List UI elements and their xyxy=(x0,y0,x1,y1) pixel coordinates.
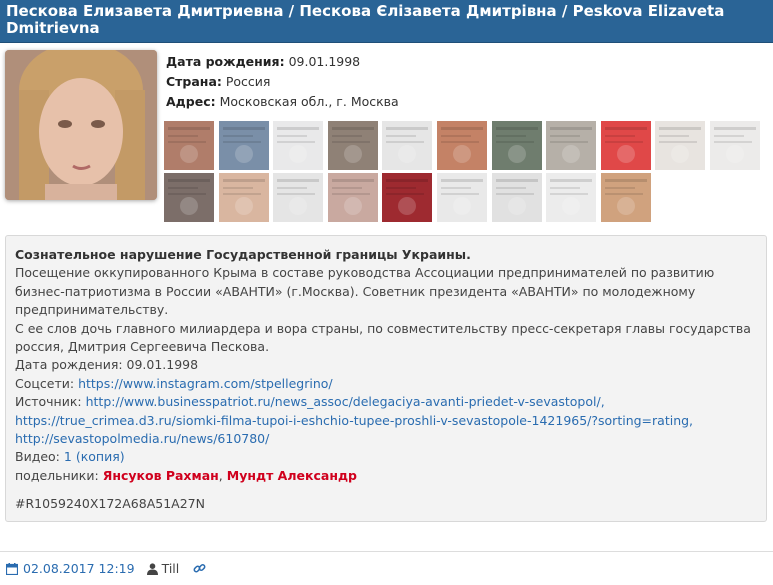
source-link-3[interactable]: http://sevastopolmedia.ru/news/610780/ xyxy=(15,431,269,446)
gallery-thumbnail[interactable] xyxy=(601,173,651,222)
record-hash: #R1059240X172A68A51A27N xyxy=(15,496,205,512)
gallery-thumbnail[interactable] xyxy=(382,121,432,170)
video-copy-link[interactable]: (копия) xyxy=(76,449,125,464)
accomplice-link-1[interactable]: Янсуков Рахман xyxy=(103,468,219,483)
gallery-thumbnail[interactable] xyxy=(328,173,378,222)
birth-row: Дата рождения: 09.01.1998 xyxy=(166,52,399,72)
country-label: Страна: xyxy=(166,74,222,89)
gallery-thumbnail[interactable] xyxy=(273,121,323,170)
post-footer: 02.08.2017 12:19 Till xyxy=(0,551,773,585)
gallery-thumbnail[interactable] xyxy=(164,173,214,222)
details-title: Сознательное нарушение Государственной г… xyxy=(15,247,471,262)
gallery-thumbnail[interactable] xyxy=(655,121,705,170)
calendar-icon xyxy=(6,562,18,575)
gallery-thumbnail[interactable] xyxy=(437,121,487,170)
profile-info: Дата рождения: 09.01.1998 Страна: Россия… xyxy=(166,52,399,112)
user-icon xyxy=(146,562,158,575)
birth-value: 09.01.1998 xyxy=(288,54,361,69)
post-date-link[interactable]: 02.08.2017 12:19 xyxy=(23,561,135,576)
gallery-thumbnail[interactable] xyxy=(328,121,378,170)
source-link-2[interactable]: https://true_crimea.d3.ru/siomki-filma-t… xyxy=(15,413,693,428)
gallery-thumbnail[interactable] xyxy=(710,121,760,170)
gallery-thumbnail[interactable] xyxy=(219,121,269,170)
country-value: Россия xyxy=(225,74,271,89)
accomplice-separator: , xyxy=(218,467,223,483)
source-row: Источник: http://www.businesspatriot.ru/… xyxy=(15,393,755,448)
page-title: Пескова Елизавета Дмитриевна / Пескова Є… xyxy=(6,2,725,37)
video-label: Видео: xyxy=(15,449,60,465)
gallery-thumbnail[interactable] xyxy=(437,173,487,222)
gallery-thumbnail[interactable] xyxy=(382,173,432,222)
gallery-thumbnail[interactable] xyxy=(546,173,596,222)
accomplice-link-2[interactable]: Мундт Александр xyxy=(227,468,357,483)
profile-photo[interactable] xyxy=(5,50,157,200)
profile-photo-image xyxy=(5,50,157,200)
details-panel: Сознательное нарушение Государственной г… xyxy=(5,235,767,522)
social-link[interactable]: https://www.instagram.com/stpellegrino/ xyxy=(78,376,333,391)
country-row: Страна: Россия xyxy=(166,72,399,92)
social-row: Соцсети: https://www.instagram.com/stpel… xyxy=(15,375,755,393)
source-link-1[interactable]: http://www.businesspatriot.ru/news_assoc… xyxy=(86,394,605,409)
address-value: Московская обл., г. Москва xyxy=(219,94,399,109)
social-label: Соцсети: xyxy=(15,375,75,391)
gallery-thumbnail[interactable] xyxy=(492,121,542,170)
gallery-thumbnail[interactable] xyxy=(601,121,651,170)
gallery-thumbnail[interactable] xyxy=(164,121,214,170)
video-link[interactable]: 1 xyxy=(64,449,72,464)
address-label: Адрес: xyxy=(166,94,216,109)
details-line1: Посещение оккупированного Крыма в состав… xyxy=(15,265,715,318)
author-name: Till xyxy=(161,561,180,576)
link-icon[interactable] xyxy=(193,562,206,575)
details-birth: Дата рождения: 09.01.1998 xyxy=(15,357,199,373)
gallery-thumbnail[interactable] xyxy=(273,173,323,222)
gallery-thumbnail[interactable] xyxy=(219,173,269,222)
source-label: Источник: xyxy=(15,394,82,410)
photo-gallery xyxy=(164,121,760,222)
accomplices-row: подельники: Янсуков Рахман, Мундт Алекса… xyxy=(15,467,755,485)
address-row: Адрес: Московская обл., г. Москва xyxy=(166,92,399,112)
author-block: Till xyxy=(146,561,180,576)
details-line2: С ее слов дочь главного милиардера и вор… xyxy=(15,320,751,355)
accomplices-label: подельники: xyxy=(15,467,99,483)
page-header: Пескова Елизавета Дмитриевна / Пескова Є… xyxy=(0,0,773,43)
video-row: Видео: 1 (копия) xyxy=(15,448,755,466)
gallery-thumbnail[interactable] xyxy=(546,121,596,170)
gallery-thumbnail[interactable] xyxy=(492,173,542,222)
birth-label: Дата рождения: xyxy=(166,54,285,69)
